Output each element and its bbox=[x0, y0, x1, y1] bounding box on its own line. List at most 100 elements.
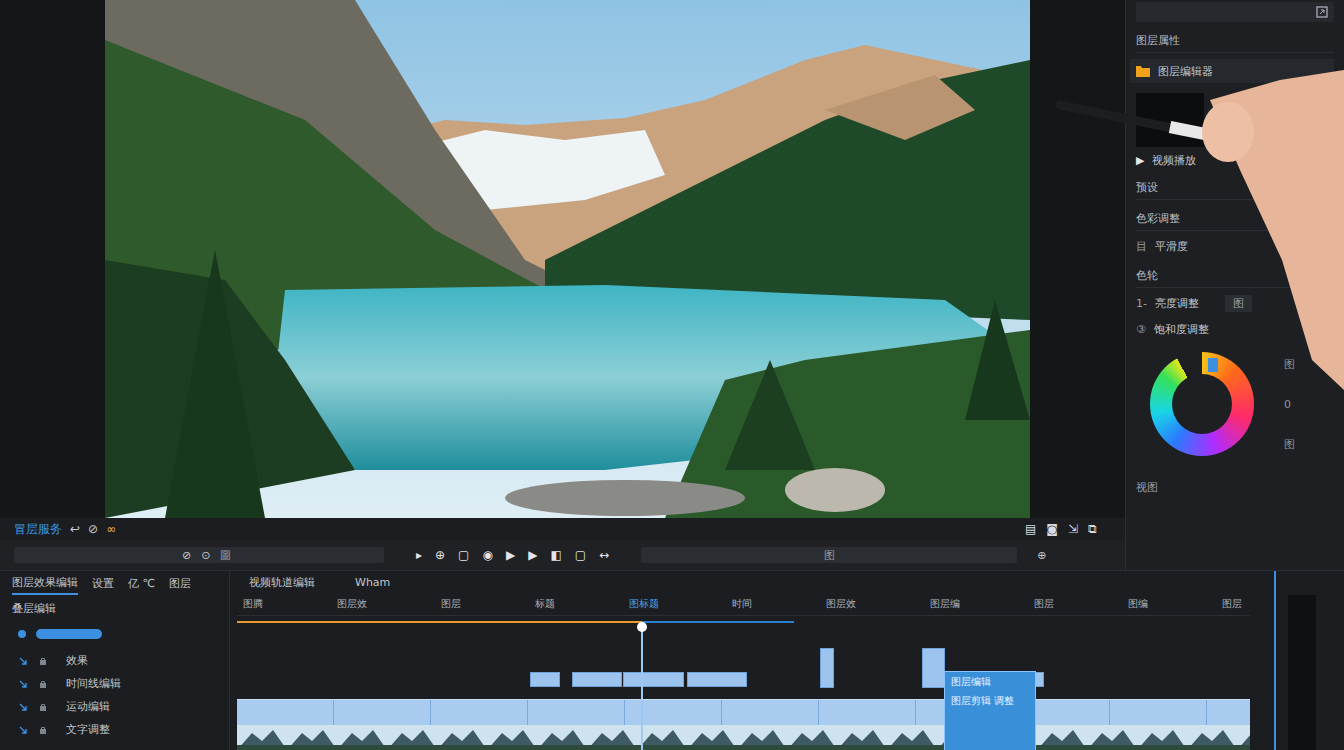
video-editor: 冒层服务 ↩ ⊘ ∞ ▤ ◙ ⇲ ⧉ ⊘ ⊙ 圖 ▸ ⊕ ▢ ◉ ▶ ▶ ◧ ▢ ↔ 图 ⊕ 图层属性… bbox=[0, 0, 1344, 750]
transport-button[interactable]: ◉ bbox=[482, 548, 492, 562]
view-icon[interactable]: ◙ bbox=[1046, 522, 1058, 536]
tracks: 图层编辑 图层剪辑 调整 bbox=[237, 628, 1250, 750]
clip[interactable] bbox=[530, 672, 560, 687]
record-icon[interactable]: ⊙ bbox=[201, 549, 210, 562]
section-header[interactable]: 色轮 bbox=[1136, 266, 1334, 288]
wheel-handle[interactable] bbox=[1208, 358, 1218, 372]
view-icon[interactable]: ▤ bbox=[1025, 522, 1036, 536]
return-icon[interactable]: ↩ bbox=[70, 522, 80, 536]
preview-caption[interactable]: 冒层服务 bbox=[14, 521, 62, 538]
view-icon[interactable]: ⇲ bbox=[1068, 522, 1078, 536]
preview-photo bbox=[105, 0, 1030, 518]
scrub-bar[interactable]: ⊘ ⊙ 圖 bbox=[14, 547, 384, 563]
clip[interactable] bbox=[1035, 672, 1044, 687]
filmstrip-thumbnails bbox=[237, 725, 1250, 750]
add-icon[interactable]: ⊕ bbox=[1037, 549, 1046, 562]
marker-label: 圖 bbox=[220, 548, 231, 563]
file-row[interactable]: 图层编辑器 bbox=[1130, 59, 1334, 83]
hand-with-stylus bbox=[1050, 60, 1344, 400]
layer-row[interactable]: 文字调整 bbox=[12, 718, 221, 741]
folder-icon bbox=[1136, 65, 1150, 77]
value-field[interactable]: 图 bbox=[1225, 295, 1252, 312]
preview-toolbar: 冒层服务 ↩ ⊘ ∞ ▤ ◙ ⇲ ⧉ bbox=[0, 518, 1125, 540]
property-icon: ③ bbox=[1136, 323, 1146, 336]
time-ruler[interactable]: 图腾图层效图层标题图标题时间图层效图层编图层图编图层 bbox=[237, 593, 1250, 616]
transport-button[interactable]: ▢ bbox=[458, 548, 469, 562]
visibility-icon[interactable] bbox=[18, 630, 26, 638]
ruler-label: 图标题 bbox=[629, 597, 659, 611]
property-field-row[interactable]: 1-亮度调整 图 bbox=[1136, 292, 1334, 314]
section-header[interactable]: 色彩调整 bbox=[1136, 209, 1334, 231]
panel-tab[interactable]: 亿 ℃ bbox=[128, 576, 155, 594]
transport-button[interactable]: ▢ bbox=[575, 548, 586, 562]
lock-icon[interactable] bbox=[38, 656, 48, 666]
view-icon[interactable]: ⧉ bbox=[1088, 522, 1097, 536]
playhead[interactable] bbox=[641, 627, 643, 750]
properties-panel: 图层属性 图层编辑器 ▶视频播放预设色彩调整目平滑度色轮 1-亮度调整 图 ③饱和度… bbox=[1125, 0, 1344, 570]
disable-icon[interactable]: ⊘ bbox=[182, 549, 191, 562]
track-title: 视频轨道编辑 bbox=[249, 575, 315, 590]
panel-tab[interactable]: 设置 bbox=[92, 576, 114, 594]
layer-row[interactable]: 运动编辑 bbox=[12, 695, 221, 718]
marker-label: 图 bbox=[824, 548, 835, 563]
property-row[interactable]: ③饱和度调整 bbox=[1136, 318, 1334, 340]
clip[interactable] bbox=[820, 648, 833, 688]
layers-title: 叠层编辑 bbox=[12, 601, 221, 619]
clip[interactable] bbox=[922, 648, 945, 688]
scrollbar[interactable] bbox=[1250, 571, 1344, 750]
transport-button[interactable]: ▶ bbox=[528, 548, 537, 562]
transport-button[interactable]: ▸ bbox=[416, 548, 422, 562]
panel-tab[interactable]: 图层效果编辑 bbox=[12, 575, 78, 595]
arrow-icon[interactable] bbox=[18, 656, 28, 666]
play-icon[interactable]: ▶ bbox=[1136, 154, 1144, 167]
transport-button[interactable]: ▶ bbox=[506, 548, 515, 562]
selected-clip[interactable]: 图层编辑 图层剪辑 调整 bbox=[945, 672, 1035, 750]
layer-row[interactable]: 效果 bbox=[12, 649, 221, 672]
search-field[interactable] bbox=[1136, 2, 1334, 22]
track-mode[interactable]: Wham bbox=[355, 576, 390, 589]
color-wheel[interactable] bbox=[1150, 352, 1254, 456]
transport-button[interactable]: ⊕ bbox=[435, 548, 445, 562]
media-thumbnail[interactable]: ▶视频播放 bbox=[1136, 93, 1334, 169]
ruler-label: 图腾 bbox=[243, 597, 263, 611]
section-header[interactable]: 图层属性 bbox=[1136, 31, 1334, 53]
clip[interactable] bbox=[572, 672, 622, 687]
transport-button[interactable]: ↔ bbox=[599, 548, 609, 562]
layer-row[interactable] bbox=[12, 619, 221, 649]
clip[interactable] bbox=[687, 672, 747, 687]
view-footer[interactable]: 视图 bbox=[1136, 480, 1334, 498]
ruler-label: 时间 bbox=[732, 597, 752, 611]
arrow-icon[interactable] bbox=[18, 679, 28, 689]
panel-tab[interactable]: 图层 bbox=[169, 576, 191, 594]
wheel-mark: 图 bbox=[1284, 357, 1295, 372]
layers-panel: 图层效果编辑设置亿 ℃ 图层 叠层编辑 效果 时间线编辑 运动编辑 文字调整 bbox=[0, 571, 230, 750]
layer-row[interactable]: 时间线编辑 bbox=[12, 672, 221, 695]
section-header[interactable]: 预设 bbox=[1136, 178, 1334, 200]
lock-icon[interactable] bbox=[38, 725, 48, 735]
ruler-label: 图层 bbox=[1034, 597, 1054, 611]
video-track[interactable] bbox=[237, 699, 1250, 725]
transport-button[interactable]: ◧ bbox=[550, 548, 561, 562]
timeline: 图层效果编辑设置亿 ℃ 图层 叠层编辑 效果 时间线编辑 运动编辑 文字调整 视频… bbox=[0, 570, 1344, 750]
wheel-mark: 图 bbox=[1284, 437, 1295, 452]
property-icon: 目 bbox=[1136, 239, 1147, 254]
lock-icon[interactable] bbox=[38, 679, 48, 689]
ruler-label: 标题 bbox=[535, 597, 555, 611]
lock-icon[interactable] bbox=[38, 702, 48, 712]
loop-icon[interactable]: ∞ bbox=[106, 522, 116, 536]
progress-line[interactable] bbox=[237, 616, 1250, 628]
expand-icon[interactable] bbox=[1316, 6, 1328, 18]
transport-bar: ⊘ ⊙ 圖 ▸ ⊕ ▢ ◉ ▶ ▶ ◧ ▢ ↔ 图 ⊕ bbox=[0, 540, 1125, 570]
zoom-bar[interactable]: 图 bbox=[641, 547, 1017, 563]
arrow-icon[interactable] bbox=[18, 725, 28, 735]
disable-icon[interactable]: ⊘ bbox=[88, 522, 98, 536]
ruler-label: 图层 bbox=[1222, 597, 1242, 611]
landscape-photo bbox=[105, 0, 1030, 518]
clip[interactable] bbox=[623, 672, 684, 687]
ruler-label: 图层编 bbox=[930, 597, 960, 611]
arrow-icon[interactable] bbox=[18, 702, 28, 712]
property-row[interactable]: 目平滑度 bbox=[1136, 235, 1334, 257]
ruler-label: 图层效 bbox=[826, 597, 856, 611]
property-icon: 1- bbox=[1136, 297, 1147, 310]
ruler-label: 图编 bbox=[1128, 597, 1148, 611]
